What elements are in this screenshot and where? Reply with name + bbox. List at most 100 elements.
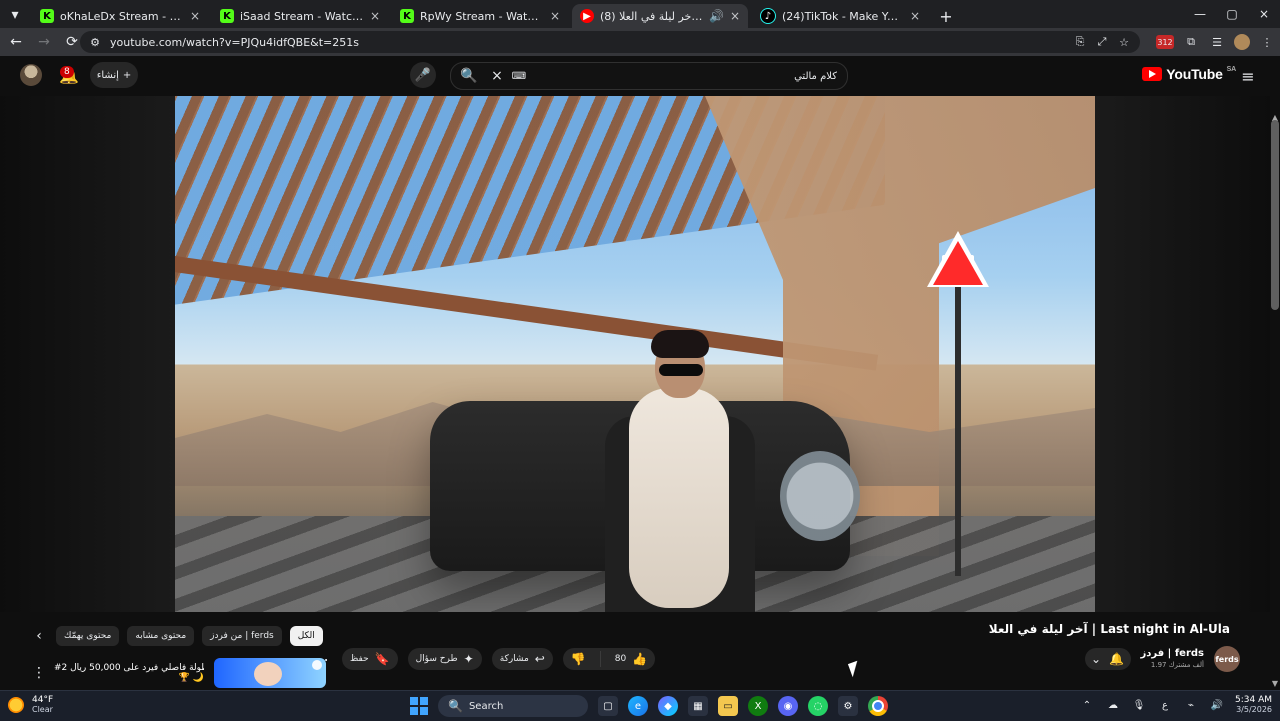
- cloud-icon[interactable]: ☁: [1105, 697, 1121, 713]
- ask-button[interactable]: طرح سؤال ✦: [407, 648, 482, 670]
- create-button[interactable]: إنشاء +: [90, 62, 138, 88]
- tab-okhaledx[interactable]: K oKhaLeDx Stream - Watch Live ×: [32, 4, 208, 28]
- speaker-icon[interactable]: 🔊: [709, 9, 724, 23]
- restore-button[interactable]: ▢: [1216, 0, 1248, 28]
- star-icon[interactable]: ☆: [1116, 34, 1132, 50]
- menu-icon[interactable]: ≡: [1238, 66, 1258, 86]
- search-input[interactable]: [531, 69, 847, 83]
- microphone-icon[interactable]: 🎙: [1131, 697, 1147, 713]
- forward-button[interactable]: →: [32, 30, 56, 54]
- extension-badge[interactable]: 312: [1156, 35, 1174, 49]
- chip[interactable]: الكل: [289, 626, 323, 646]
- subscribed-button[interactable]: ⌄ 🔔: [1084, 648, 1131, 670]
- save-button[interactable]: حفظ 🔖: [342, 648, 398, 670]
- site-info-icon[interactable]: ⚙: [86, 33, 104, 51]
- channel-avatar-text: ferds: [1215, 654, 1239, 664]
- windows-start-icon[interactable]: [410, 697, 428, 715]
- notifications-count: 8: [60, 66, 74, 78]
- youtube-header: 🔔 8 إنشاء + 🎤 🔍 × ⌨ YouTube SA ≡: [0, 56, 1280, 96]
- channel-text[interactable]: فردز | ferds 1.97 ألف مشترك: [1141, 648, 1204, 670]
- close-icon[interactable]: ×: [550, 9, 560, 23]
- extensions-icon[interactable]: ⧉: [1182, 33, 1200, 51]
- keyboard-icon[interactable]: ⌨: [507, 63, 531, 89]
- clock[interactable]: 5:34 AM 3/5/2026: [1235, 695, 1272, 715]
- tab-youtube[interactable]: ▶ (8) آخر ليلة في العلا | ouTube 🔊 ×: [572, 4, 748, 28]
- omnibox-icons: ⎘ ⤢ ☆: [1072, 31, 1140, 53]
- thumbs-up-icon: 👍: [632, 652, 648, 666]
- below-player: ‹ محتوى يهمّك محتوى مشابه من فردز | ferd…: [0, 612, 1270, 690]
- account-avatar[interactable]: [20, 64, 42, 86]
- plus-icon: +: [122, 69, 132, 81]
- store-icon[interactable]: ▦: [688, 696, 708, 716]
- youtube-icon: ▶: [580, 9, 594, 23]
- recommended-card[interactable]: ⋮ #2 بطولة فاصلي فيرد على 50,000 ريال 🏆 …: [32, 658, 326, 688]
- kick-icon: K: [40, 9, 54, 23]
- close-window-button[interactable]: ×: [1248, 0, 1280, 28]
- share-button[interactable]: مشاركة ↩: [491, 648, 553, 670]
- copilot-icon[interactable]: ◆: [658, 696, 678, 716]
- discord-icon[interactable]: ◉: [778, 696, 798, 716]
- minimize-button[interactable]: —: [1184, 0, 1216, 28]
- chip[interactable]: محتوى مشابه: [127, 626, 195, 646]
- like-button[interactable]: 80 👍: [607, 648, 655, 670]
- chip[interactable]: من فردز | ferds: [202, 626, 282, 646]
- volume-icon[interactable]: 🔊: [1209, 697, 1225, 713]
- tab-rpwy[interactable]: K RpWy Stream - Watch Live on K ×: [392, 4, 568, 28]
- network-icon[interactable]: ⌁: [1183, 697, 1199, 713]
- taskbar-search-icon: 🔍: [448, 699, 463, 713]
- ime-indicator[interactable]: ع: [1157, 697, 1173, 713]
- voice-search-button[interactable]: 🎤: [410, 62, 436, 88]
- weather-widget[interactable]: 44°F Clear: [8, 695, 53, 715]
- page-scrollbar[interactable]: ▲ ▼: [1270, 56, 1280, 690]
- chip[interactable]: محتوى يهمّك: [56, 626, 120, 646]
- tab-tiktok[interactable]: ♪ (24)TikTok - Make Your Day ×: [752, 4, 928, 28]
- clear-search-icon[interactable]: ×: [487, 63, 507, 89]
- card-thumbnail[interactable]: [214, 658, 326, 688]
- like-count: 80: [614, 654, 627, 664]
- dislike-button[interactable]: 👎: [563, 648, 594, 670]
- video-title: آخر ليلة في العلا | Last night in Al-Ula: [988, 622, 1230, 636]
- new-tab-button[interactable]: +: [934, 4, 958, 28]
- steam-icon[interactable]: ⚙: [838, 696, 858, 716]
- youtube-logo[interactable]: YouTube SA: [1142, 66, 1236, 82]
- channel-avatar[interactable]: ferds: [1214, 646, 1240, 672]
- tab-search-dropdown-icon[interactable]: ▾: [2, 2, 28, 28]
- scroll-thumb[interactable]: [1271, 120, 1279, 310]
- xbox-icon[interactable]: X: [748, 696, 768, 716]
- close-icon[interactable]: ×: [730, 9, 740, 23]
- taskbar-search[interactable]: 🔍 Search: [438, 695, 588, 717]
- profile-avatar[interactable]: [1234, 34, 1250, 50]
- chrome-window: ▾ K oKhaLeDx Stream - Watch Live × K iSa…: [0, 0, 1280, 721]
- close-icon[interactable]: ×: [910, 9, 920, 23]
- url-text[interactable]: youtube.com/watch?v=PJQu4idfQBE&t=251s: [110, 36, 359, 49]
- install-app-icon[interactable]: ⤢: [1094, 34, 1110, 50]
- edge-icon[interactable]: e: [628, 696, 648, 716]
- search-icon[interactable]: 🔍: [451, 63, 487, 89]
- taskbar-center: 🔍 Search ▢ e ◆ ▦ ▭ X ◉ ◌ ⚙: [410, 695, 888, 717]
- person: [585, 330, 765, 612]
- channel-name[interactable]: فردز | ferds: [1141, 648, 1204, 660]
- chrome-icon[interactable]: [868, 696, 888, 716]
- video-frame[interactable]: [175, 96, 1095, 612]
- video-player[interactable]: ▦: [0, 96, 1270, 681]
- tiktok-icon: ♪: [760, 8, 776, 24]
- translate-icon[interactable]: ⎘: [1072, 34, 1088, 50]
- close-icon[interactable]: ×: [370, 9, 380, 23]
- chrome-menu-icon[interactable]: ⋮: [1258, 33, 1276, 51]
- card-more-icon[interactable]: ⋮: [32, 662, 46, 684]
- chevron-up-icon[interactable]: ⌃: [1079, 697, 1095, 713]
- close-icon[interactable]: ×: [190, 9, 200, 23]
- system-tray: ⌃ ☁ 🎙 ع ⌁ 🔊 5:34 AM 3/5/2026: [1079, 695, 1272, 715]
- weather-temp: 44°F: [32, 695, 54, 705]
- whatsapp-icon[interactable]: ◌: [808, 696, 828, 716]
- scroll-down-icon[interactable]: ▼: [1271, 680, 1279, 688]
- chips-prev-icon[interactable]: ‹: [30, 627, 48, 645]
- reading-list-icon[interactable]: ☰: [1208, 33, 1226, 51]
- date: 3/5/2026: [1236, 705, 1272, 714]
- back-button[interactable]: ←: [4, 30, 28, 54]
- task-view-icon[interactable]: ▢: [598, 696, 618, 716]
- file-explorer-icon[interactable]: ▭: [718, 696, 738, 716]
- pedestrian-crossing-sign: [927, 231, 989, 287]
- tab-isaad[interactable]: K iSaad Stream - Watch Live on K ×: [212, 4, 388, 28]
- address-bar[interactable]: ⚙ youtube.com/watch?v=PJQu4idfQBE&t=251s…: [80, 31, 1140, 53]
